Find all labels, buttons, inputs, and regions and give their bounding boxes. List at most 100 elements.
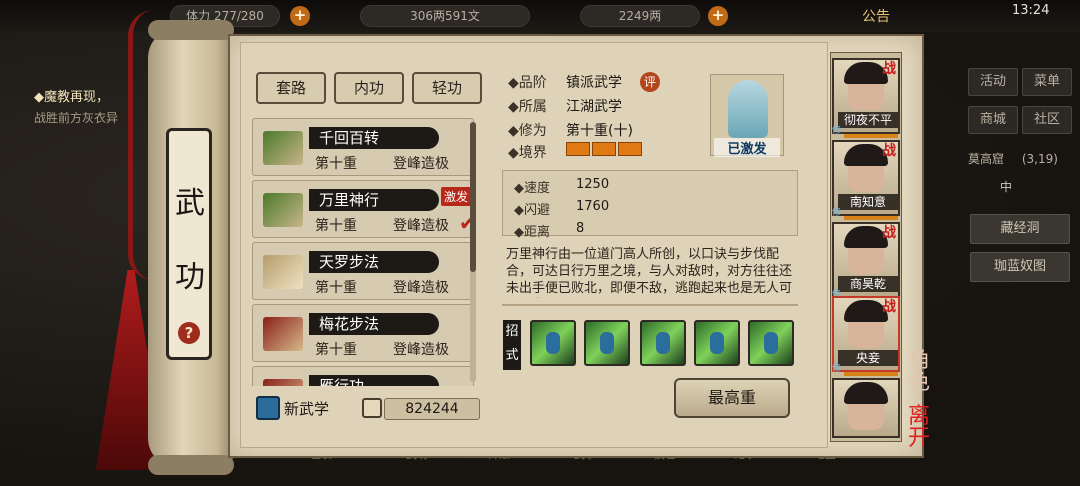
menu-button[interactable]: 菜单 [1022, 68, 1072, 96]
cultivation-tag: 修 [832, 126, 842, 136]
move-icon-4[interactable] [694, 320, 740, 366]
skill-status: 登峰造极 [393, 342, 449, 358]
skill-level: 第十重 [315, 342, 357, 358]
battle-tag: 战 [882, 61, 896, 77]
activated-badge: 激发 [441, 187, 472, 206]
clock: 13:24 [1012, 3, 1050, 18]
skill-name: 万里神行 [309, 189, 439, 211]
skill-status: 登峰造极 [393, 280, 449, 296]
location-name: 莫高窟 [968, 152, 1005, 166]
character-card-selected[interactable]: 战 央妾 修 [832, 296, 900, 376]
move-icon-3[interactable] [640, 320, 686, 366]
list-item[interactable]: 雁行功 [252, 366, 474, 386]
skill-list[interactable]: 千回百转 第十重 登峰造极 万里神行 激发 第十重 登峰造极 ✔ 天罗步法 第十… [250, 114, 478, 386]
character-bar [844, 372, 898, 376]
scroll-paper-icon [263, 255, 303, 289]
battle-tag: 战 [882, 143, 896, 159]
meditating-figure-icon [728, 80, 768, 138]
title-char-2: 功 [175, 260, 205, 295]
moves-label: 招式 [503, 320, 521, 370]
scroll-book-icon [263, 131, 303, 165]
jingjie-label: ◆境界 [508, 145, 547, 161]
exp-value: 824244 [384, 398, 480, 420]
speed-label: ◆速度 [514, 181, 550, 196]
gold-display: 2249两 [580, 5, 700, 27]
list-item-selected[interactable]: 万里神行 激发 第十重 登峰造极 ✔ [252, 180, 476, 238]
help-icon[interactable]: ? [178, 322, 200, 344]
skill-level: 第十重 [315, 156, 357, 172]
new-skill-book-icon[interactable] [256, 396, 280, 420]
tab-neigong[interactable]: 内功 [334, 72, 404, 104]
character-name: 央妾 [838, 350, 898, 366]
notice-button[interactable]: 公告 [862, 6, 890, 26]
money-display: 306两591文 [360, 5, 530, 27]
character-card[interactable]: 战 彻夜不平 修 [832, 58, 900, 138]
skill-description: 万里神行由一位道门高人所创，以口诀与步伐配合，可达日行万里之境，与人对敌时，对方… [506, 247, 793, 296]
location-coords: (3,19) [1021, 152, 1058, 166]
pinjie-value: 镇派武学 [566, 75, 622, 91]
character-card[interactable]: 战 南知意 修 [832, 140, 900, 220]
book-icon [263, 379, 303, 386]
tab-taolu[interactable]: 套路 [256, 72, 326, 104]
cangjingdong-button[interactable]: 藏经洞 [970, 214, 1070, 244]
list-item[interactable]: 天罗步法 第十重 登峰造极 [252, 242, 474, 300]
character-button[interactable]: 角色 [908, 350, 936, 394]
skill-name: 千回百转 [309, 127, 439, 149]
jingjie-bar-segment [592, 142, 616, 156]
skill-level: 第十重 [315, 280, 357, 296]
activated-label: 已激发 [714, 138, 780, 157]
speed-value: 1250 [576, 177, 610, 192]
compass[interactable]: 中 [1000, 178, 1012, 195]
distance-label: ◆距离 [514, 225, 550, 240]
community-button[interactable]: 社区 [1022, 106, 1072, 134]
new-skill-label[interactable]: 新武学 [284, 398, 329, 419]
character-hair [844, 382, 888, 404]
character-bar [844, 216, 898, 220]
list-item[interactable]: 千回百转 第十重 登峰造极 [252, 118, 474, 176]
move-icon-2[interactable] [584, 320, 630, 366]
cultivation-tag: 修 [832, 208, 842, 218]
skill-name: 天罗步法 [309, 251, 439, 273]
suoshu-label: ◆所属 [508, 99, 547, 115]
skill-level: 第十重 [315, 218, 357, 234]
list-item[interactable]: 梅花步法 第十重 登峰造极 [252, 304, 474, 362]
skill-name: 雁行功 [309, 375, 439, 386]
character-card[interactable] [832, 378, 900, 438]
jialan-button[interactable]: 珈蓝奴图 [970, 252, 1070, 282]
scroll-book-icon [263, 193, 303, 227]
suoshu-value: 江湖武学 [566, 99, 622, 115]
exp-book-icon [362, 398, 382, 418]
leave-button[interactable]: 离开 [908, 406, 936, 450]
dodge-label: ◆闪避 [514, 203, 550, 218]
tab-qinggong[interactable]: 轻功 [412, 72, 482, 104]
move-icon-5[interactable] [748, 320, 794, 366]
add-gold-button[interactable]: + [708, 6, 728, 26]
list-scroll-thumb[interactable] [470, 122, 476, 272]
scroll-roller-top [148, 20, 234, 40]
character-name: 彻夜不平 [838, 112, 898, 128]
location-label: 莫高窟 (3,19) [968, 150, 1072, 167]
activity-button[interactable]: 活动 [968, 68, 1018, 96]
add-stamina-button[interactable]: + [290, 6, 310, 26]
character-bar [844, 134, 898, 138]
title-char-1: 武 [175, 186, 205, 221]
rating-icon[interactable]: 评 [640, 72, 660, 92]
dodge-value: 1760 [576, 199, 610, 214]
xiuwei-label: ◆修为 [508, 123, 547, 139]
character-name: 南知意 [838, 194, 898, 210]
battle-tag: 战 [882, 225, 896, 241]
jingjie-bar-segment [618, 142, 642, 156]
shop-button[interactable]: 商城 [968, 106, 1018, 134]
scroll-roller-bottom [148, 455, 234, 475]
move-icon-1[interactable] [530, 320, 576, 366]
pinjie-label: ◆品阶 [508, 75, 547, 91]
character-card[interactable]: 战 商昊乾 修 [832, 222, 900, 302]
skill-status: 登峰造极 [393, 156, 449, 172]
battle-tag: 战 [882, 299, 896, 315]
divider [502, 304, 798, 306]
max-level-button[interactable]: 最高重 [674, 378, 790, 418]
skill-status: 登峰造极 [393, 218, 449, 234]
character-name: 商昊乾 [838, 276, 898, 292]
jingjie-bar-segment [566, 142, 590, 156]
distance-value: 8 [576, 221, 585, 236]
